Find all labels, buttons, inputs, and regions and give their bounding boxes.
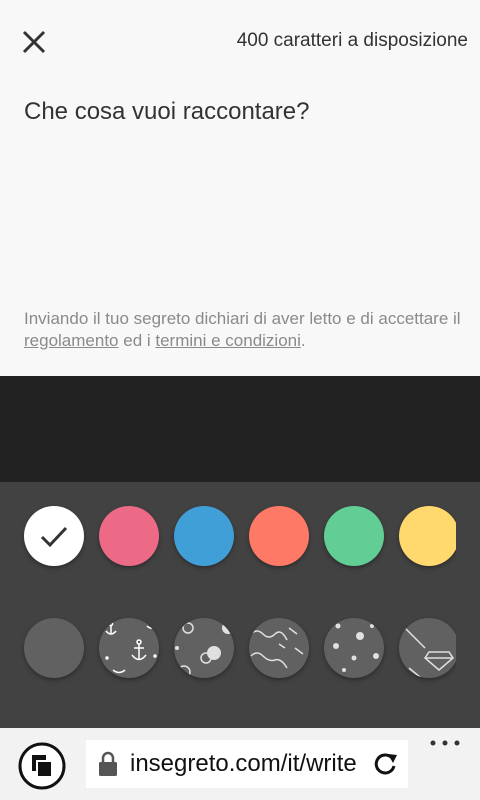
anchor-pattern-icon <box>105 621 158 674</box>
legal-text-middle: ed i <box>118 331 156 350</box>
more-dots-icon[interactable] <box>428 736 462 750</box>
palette-edge <box>456 482 480 728</box>
legal-text-before: Inviando il tuo segreto dichiari di aver… <box>24 309 461 328</box>
close-icon[interactable] <box>18 26 50 58</box>
secret-input[interactable]: Che cosa vuoi raccontare? <box>24 98 310 126</box>
browser-bar: insegreto.com/it/write <box>0 728 480 800</box>
dark-band <box>0 376 480 482</box>
bubbles-pattern-icon <box>175 622 234 678</box>
pattern-swatch-dots[interactable] <box>324 618 384 678</box>
pattern-swatch-bubbles[interactable] <box>174 618 234 678</box>
rules-link[interactable]: regolamento <box>24 331 119 350</box>
color-swatch-white-selected[interactable] <box>24 506 84 566</box>
waves-pattern-icon <box>250 627 304 669</box>
legal-text-after: . <box>300 331 306 350</box>
color-swatch-yellow[interactable] <box>399 506 459 566</box>
composer-area: 400 caratteri a disposizione Che cosa vu… <box>0 0 480 376</box>
lock-icon <box>99 751 117 776</box>
dots-pattern-icon <box>333 623 379 672</box>
checkmark-icon <box>40 526 68 548</box>
pattern-swatch-diamonds[interactable] <box>399 618 459 678</box>
pattern-swatch-plain[interactable] <box>24 618 84 678</box>
background-picker <box>0 482 480 728</box>
color-swatch-pink[interactable] <box>99 506 159 566</box>
tabs-icon[interactable] <box>18 742 66 790</box>
char-counter: 400 caratteri a disposizione <box>236 30 468 51</box>
terms-link[interactable]: termini e condizioni <box>155 331 301 350</box>
pattern-swatch-anchors[interactable] <box>99 618 159 678</box>
address-bar[interactable]: insegreto.com/it/write <box>86 740 408 788</box>
pattern-swatch-waves[interactable] <box>249 618 309 678</box>
color-swatch-salmon[interactable] <box>249 506 309 566</box>
legal-notice: Inviando il tuo segreto dichiari di aver… <box>24 308 464 352</box>
color-swatch-blue[interactable] <box>174 506 234 566</box>
diamonds-pattern-icon <box>402 625 454 678</box>
reload-icon[interactable] <box>372 751 398 777</box>
color-swatch-green[interactable] <box>324 506 384 566</box>
url-text: insegreto.com/it/write <box>130 750 357 777</box>
